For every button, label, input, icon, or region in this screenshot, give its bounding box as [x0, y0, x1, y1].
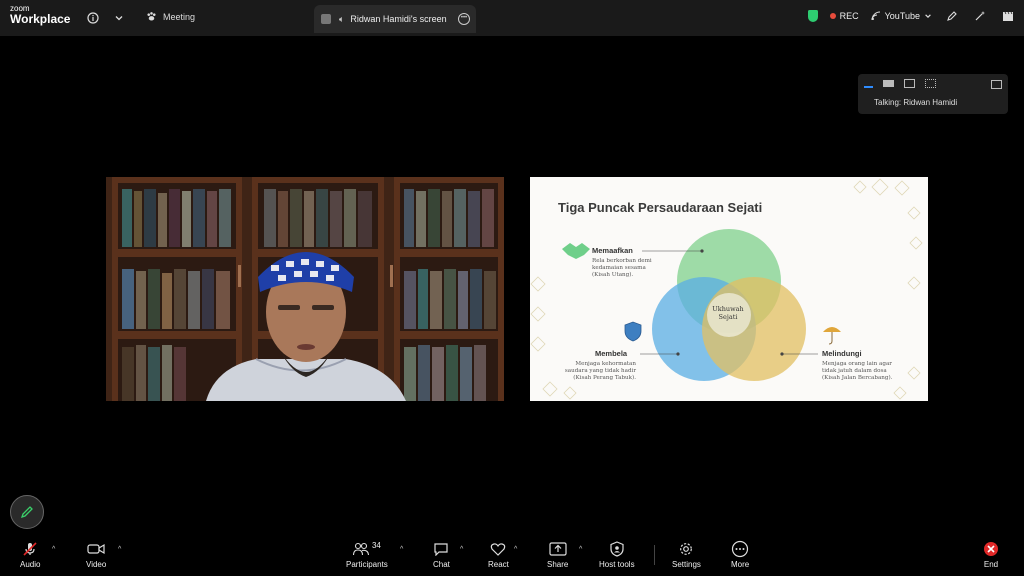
chevron-down-icon — [925, 14, 931, 19]
gallery-view-icon[interactable] — [925, 79, 936, 88]
video-camera-icon — [87, 538, 105, 560]
speaker-view-icon[interactable] — [864, 79, 873, 88]
host-tools-label: Host tools — [599, 560, 635, 569]
recording-indicator[interactable]: REC — [829, 11, 859, 21]
audio-label: Audio — [20, 560, 41, 569]
speaker-video[interactable] — [106, 177, 504, 401]
minimize-panel-icon[interactable] — [991, 80, 1002, 89]
handshake-icon — [562, 243, 590, 259]
info-icon[interactable] — [84, 9, 102, 27]
item-label-melindungi: Melindungi — [822, 349, 862, 358]
speaker-icon: 🔈︎ — [339, 13, 345, 24]
more-button[interactable]: More — [731, 538, 749, 569]
end-meeting-button[interactable]: End — [983, 538, 999, 569]
share-screen-icon — [549, 538, 567, 560]
speaker-video-scene — [106, 177, 504, 401]
meeting-label: Meeting — [163, 11, 196, 22]
top-bar: zoom Workplace Meeting 🔈︎ Ridwan Hamidi'… — [0, 0, 1024, 36]
chat-caret-icon[interactable]: ^ — [460, 546, 463, 553]
clapperboard-icon[interactable] — [1000, 8, 1016, 24]
audio-caret-icon[interactable]: ^ — [52, 546, 55, 553]
item-desc-melindungi: Menjaga orang lain agar tidak jatuh dala… — [822, 361, 893, 381]
annotate-pen-icon[interactable] — [944, 8, 960, 24]
magic-wand-icon[interactable] — [972, 8, 988, 24]
end-label: End — [983, 560, 999, 569]
share-button[interactable]: Share — [547, 538, 568, 569]
security-shield-icon[interactable] — [807, 10, 818, 22]
umbrella-icon — [823, 327, 841, 345]
talking-indicator: Talking: Ridwan Hamidi — [874, 98, 958, 107]
participants-count: 34 — [371, 540, 381, 550]
strip-view-icon[interactable] — [883, 80, 894, 87]
youtube-stream-menu[interactable]: YouTube — [871, 11, 932, 21]
participants-icon — [352, 542, 369, 556]
chat-button[interactable]: Chat — [433, 538, 450, 569]
video-caret-icon[interactable]: ^ — [118, 546, 121, 553]
item-label-membela: Membela — [595, 349, 628, 358]
shield-icon — [624, 321, 642, 342]
host-tools-button[interactable]: Host tools — [599, 538, 635, 569]
app-logo: zoom Workplace — [10, 5, 71, 26]
toolbar-separator — [654, 545, 655, 565]
react-caret-icon[interactable]: ^ — [514, 546, 517, 553]
broadcast-icon — [871, 11, 880, 21]
chevron-down-icon[interactable] — [110, 9, 128, 27]
participants-label: Participants — [346, 560, 388, 569]
end-call-icon — [983, 538, 999, 560]
participants-button[interactable]: 34 Participants — [346, 538, 388, 570]
chat-icon — [433, 538, 449, 560]
screen-tab-label: Ridwan Hamidi's screen — [350, 14, 447, 24]
video-label: Video — [86, 560, 107, 569]
item-desc-membela: Menjaga kehormatan saudara yang tidak ha… — [564, 361, 636, 381]
participants-icon-wrap: 34 — [352, 538, 381, 560]
chat-label: Chat — [433, 560, 450, 569]
top-right-tools: REC YouTube — [807, 8, 1016, 24]
layout-switcher — [864, 79, 936, 88]
more-options-icon[interactable]: ••• — [458, 13, 470, 25]
heart-icon — [490, 538, 506, 560]
gear-icon — [678, 538, 694, 560]
shared-slide: Tiga Puncak Persaudaraan Sejati Memaafka… — [530, 177, 928, 401]
participants-caret-icon[interactable]: ^ — [400, 546, 403, 553]
paw-icon — [147, 12, 156, 21]
react-label: React — [488, 560, 509, 569]
share-label: Share — [547, 560, 569, 569]
meeting-toolbar: Audio ^ Video ^ 34 Participants ^ Chat ^… — [0, 536, 1024, 576]
settings-button[interactable]: Settings — [672, 538, 701, 569]
item-label-memaafkan: Memaafkan — [592, 246, 633, 255]
share-caret-icon[interactable]: ^ — [579, 546, 582, 553]
more-dots-icon — [731, 538, 749, 560]
pencil-icon — [20, 506, 33, 519]
react-button[interactable]: React — [488, 538, 509, 569]
video-button[interactable]: Video — [86, 538, 106, 569]
host-shield-icon — [610, 538, 624, 560]
sharer-avatar — [321, 14, 331, 24]
youtube-label: YouTube — [884, 11, 920, 21]
slide-title: Tiga Puncak Persaudaraan Sejati — [558, 200, 763, 215]
stacked-view-icon[interactable] — [904, 79, 915, 88]
brand-name: Workplace — [10, 12, 71, 26]
more-label: More — [731, 560, 750, 569]
annotation-pen-button[interactable] — [10, 495, 44, 529]
audio-button[interactable]: Audio — [20, 538, 40, 569]
rec-label: REC — [839, 11, 859, 21]
venn-center-label: Ukhuwah Sejati — [712, 305, 744, 321]
item-desc-memaafkan: Rela berkorban demi kedamaian sesama (Ki… — [592, 258, 652, 278]
rec-dot-icon — [829, 13, 836, 19]
screen-share-tab[interactable]: 🔈︎ Ridwan Hamidi's screen ••• — [314, 5, 476, 33]
view-panel: Talking: Ridwan Hamidi — [858, 74, 1008, 114]
meeting-menu[interactable]: Meeting — [146, 11, 195, 22]
mic-muted-icon — [22, 538, 38, 560]
settings-label: Settings — [672, 560, 701, 569]
